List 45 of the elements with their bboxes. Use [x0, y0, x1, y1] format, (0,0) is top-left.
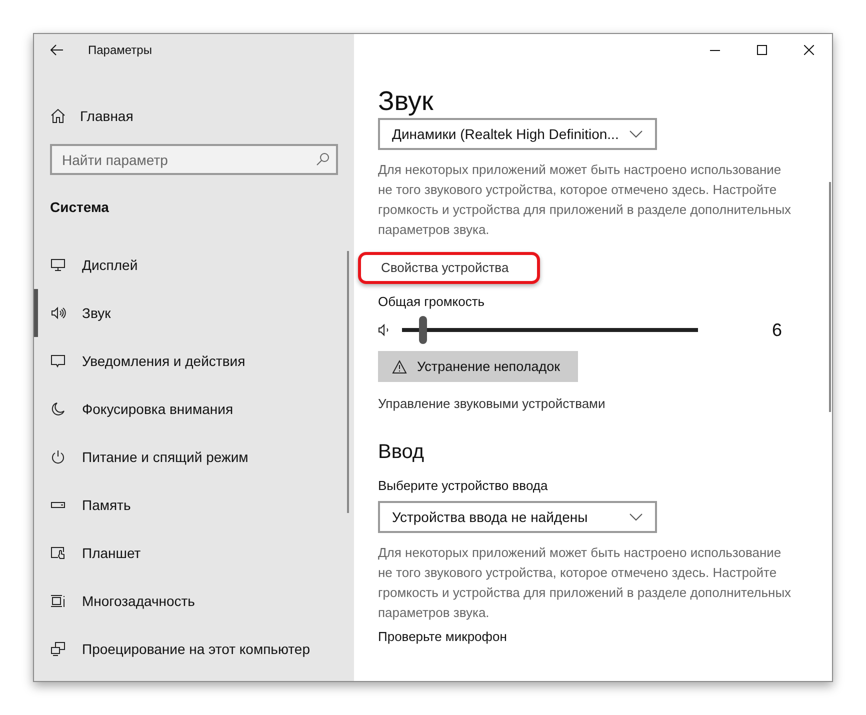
page-title: Звук [378, 85, 434, 118]
sidebar-item[interactable]: Память [34, 481, 354, 529]
scrollbar[interactable] [347, 251, 349, 513]
scrollbar[interactable] [829, 182, 831, 412]
back-icon[interactable] [50, 44, 64, 56]
home-link[interactable]: Главная [34, 108, 354, 124]
mic-test-label: Проверьте микрофон [378, 629, 508, 644]
display-icon [50, 257, 66, 273]
moon-icon [50, 401, 66, 417]
power-icon [50, 449, 66, 465]
sidebar-item[interactable]: Уведомления и действия [34, 337, 354, 385]
window-icon [50, 593, 66, 609]
chevron-icon [629, 513, 643, 521]
sidebar-item[interactable]: Планшет [34, 529, 354, 577]
info-text: Для некоторых приложений может быть настроено использование не того звукового устройства, которое отмечено здесь. Настройте громкость и устройства для приложений в разделе дополнительных параметров звука. [378, 161, 792, 239]
volume-value: 6 [772, 320, 782, 340]
sidebar-item[interactable]: Питание и спящий режим [34, 433, 354, 481]
device-properties-link[interactable]: Свойства устройства [381, 260, 509, 275]
warning-icon [392, 360, 407, 374]
info-text: Для некоторых приложений может быть настроено использование не того звукового устройства, которое отмечено здесь. Настройте громкость и устройства для приложений в разделе дополнительных параметров звука. [378, 544, 792, 622]
volume-label: Общая громкость [378, 294, 486, 309]
close-icon [804, 45, 814, 55]
sidebar-item[interactable]: Дисплей [34, 241, 354, 289]
search-icon [316, 152, 330, 166]
maximize-icon [756, 45, 766, 55]
section-heading: Система [50, 199, 110, 215]
speaker-icon [378, 323, 390, 337]
section-heading: Ввод [378, 441, 426, 464]
tablet-icon [50, 545, 66, 561]
slider-thumb[interactable] [418, 316, 427, 344]
search-field[interactable]: Найти параметр [50, 144, 338, 175]
manage-devices-link[interactable]: Управление звуковыми устройствами [378, 396, 606, 411]
sidebar-item[interactable]: Фокусировка внимания [34, 385, 354, 433]
input-label: Выберите устройство ввода [378, 478, 549, 493]
chevron-icon [629, 130, 643, 138]
home-icon [50, 108, 66, 124]
troubleshoot-button[interactable]: Устранение неполадок [378, 351, 578, 382]
message-icon [50, 353, 66, 369]
sidebar-item[interactable]: Многозадачность [34, 577, 354, 625]
sidebar-item[interactable]: Проецирование на этот компьютер [34, 625, 354, 673]
output-device-dropdown[interactable]: Динамики (Realtek High Definition... [378, 118, 657, 150]
monitor-icon [50, 641, 66, 657]
speaker-icon [50, 305, 66, 321]
window-title: Параметры [88, 43, 152, 57]
input-device-dropdown[interactable]: Устройства ввода не найдены [378, 501, 657, 533]
